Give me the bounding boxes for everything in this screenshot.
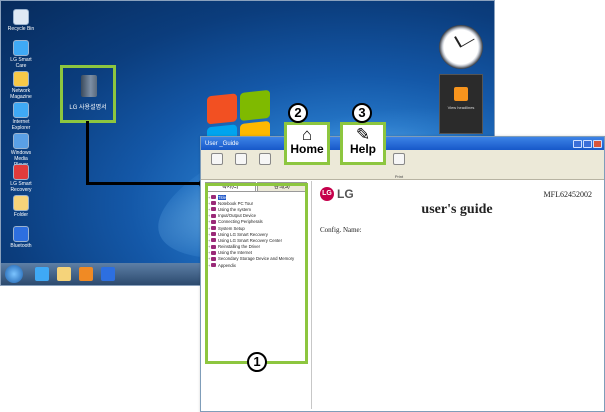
contents-highlight-frame — [205, 183, 308, 364]
home-label: Home — [290, 142, 324, 156]
minimize-button[interactable] — [573, 139, 582, 148]
lg-logo: LG LG — [320, 187, 354, 201]
title-bar: User _Guide — [201, 137, 604, 150]
bluetooth-icon — [13, 226, 29, 242]
sync-icon — [211, 153, 223, 165]
lg-logo-text: LG — [337, 187, 354, 201]
bluetooth-icon[interactable] — [101, 267, 115, 281]
app-icon — [13, 71, 29, 87]
home-icon: ⌂ — [301, 125, 313, 144]
desktop-icon-label: Network Magazine — [10, 88, 32, 100]
feed-gadget[interactable]: View headlines — [439, 74, 483, 134]
toolbar: Print — [201, 150, 604, 180]
toolbar-button[interactable] — [207, 153, 227, 175]
recycle-bin-icon — [13, 9, 29, 25]
desktop-icon[interactable]: Folder — [7, 195, 35, 218]
callout-number-3: 3 — [352, 103, 372, 123]
media-icon[interactable] — [79, 267, 93, 281]
forward-icon — [259, 153, 271, 165]
manual-icon-label: LG 사용설명서 — [69, 105, 107, 111]
toolbar-label: Print — [394, 174, 404, 179]
desktop-icon[interactable]: Bluetooth — [7, 226, 35, 249]
start-button[interactable] — [5, 265, 23, 283]
ie-icon[interactable] — [35, 267, 49, 281]
close-button[interactable] — [593, 139, 602, 148]
desktop-icon[interactable]: Recycle Bin — [7, 9, 35, 32]
connector-line — [86, 121, 89, 185]
print-icon — [393, 153, 405, 165]
toolbar-button[interactable] — [255, 153, 275, 175]
help-icon: ✎ — [355, 125, 371, 144]
folder-icon[interactable] — [57, 267, 71, 281]
rss-icon — [454, 87, 468, 101]
gadget-label: View headlines — [447, 105, 475, 110]
guide-title: user's guide — [421, 202, 493, 217]
desktop-icon[interactable]: LG Smart Care — [7, 40, 35, 69]
desktop-icon-label: Bluetooth — [10, 243, 32, 249]
clock-gadget — [439, 25, 483, 69]
toolbar-button[interactable]: Print — [389, 153, 409, 179]
user-manual-desktop-icon[interactable]: LG 사용설명서 — [60, 65, 116, 123]
desktop-icon-label: Folder — [13, 212, 29, 218]
home-callout[interactable]: ⌂ Home — [284, 122, 330, 165]
connector-line — [86, 182, 206, 185]
desktop-icon[interactable]: LG Smart Recovery — [7, 164, 35, 193]
app-icon — [13, 164, 29, 180]
desktop-icon[interactable]: Network Magazine — [7, 71, 35, 100]
ie-icon — [13, 102, 29, 118]
help-label: Help — [349, 142, 376, 156]
help-callout[interactable]: ✎ Help — [340, 122, 386, 165]
lg-logo-mark: LG — [320, 187, 334, 201]
window-title: User _Guide — [205, 140, 239, 147]
callout-number-2: 2 — [288, 103, 308, 123]
desktop-icon-label: Recycle Bin — [7, 26, 35, 32]
desktop-icon[interactable]: Windows Media Player — [7, 133, 35, 168]
app-icon — [13, 40, 29, 56]
book-icon — [81, 75, 97, 97]
app-icon — [13, 133, 29, 149]
content-pane: LG LG MFL62452002 user's guide Config. N… — [311, 181, 602, 409]
toolbar-button[interactable] — [231, 153, 251, 175]
desktop-icon-label: LG Smart Recovery — [10, 181, 32, 193]
desktop-icon-label: LG Smart Care — [10, 57, 32, 69]
config-name: Config. Name: — [320, 226, 362, 234]
desktop-icon-label: Internet Explorer — [11, 119, 31, 131]
back-icon — [235, 153, 247, 165]
maximize-button[interactable] — [583, 139, 592, 148]
folder-icon — [13, 195, 29, 211]
desktop-icon[interactable]: Internet Explorer — [7, 102, 35, 131]
callout-number-1: 1 — [247, 352, 267, 372]
model-number: MFL62452002 — [543, 190, 592, 199]
